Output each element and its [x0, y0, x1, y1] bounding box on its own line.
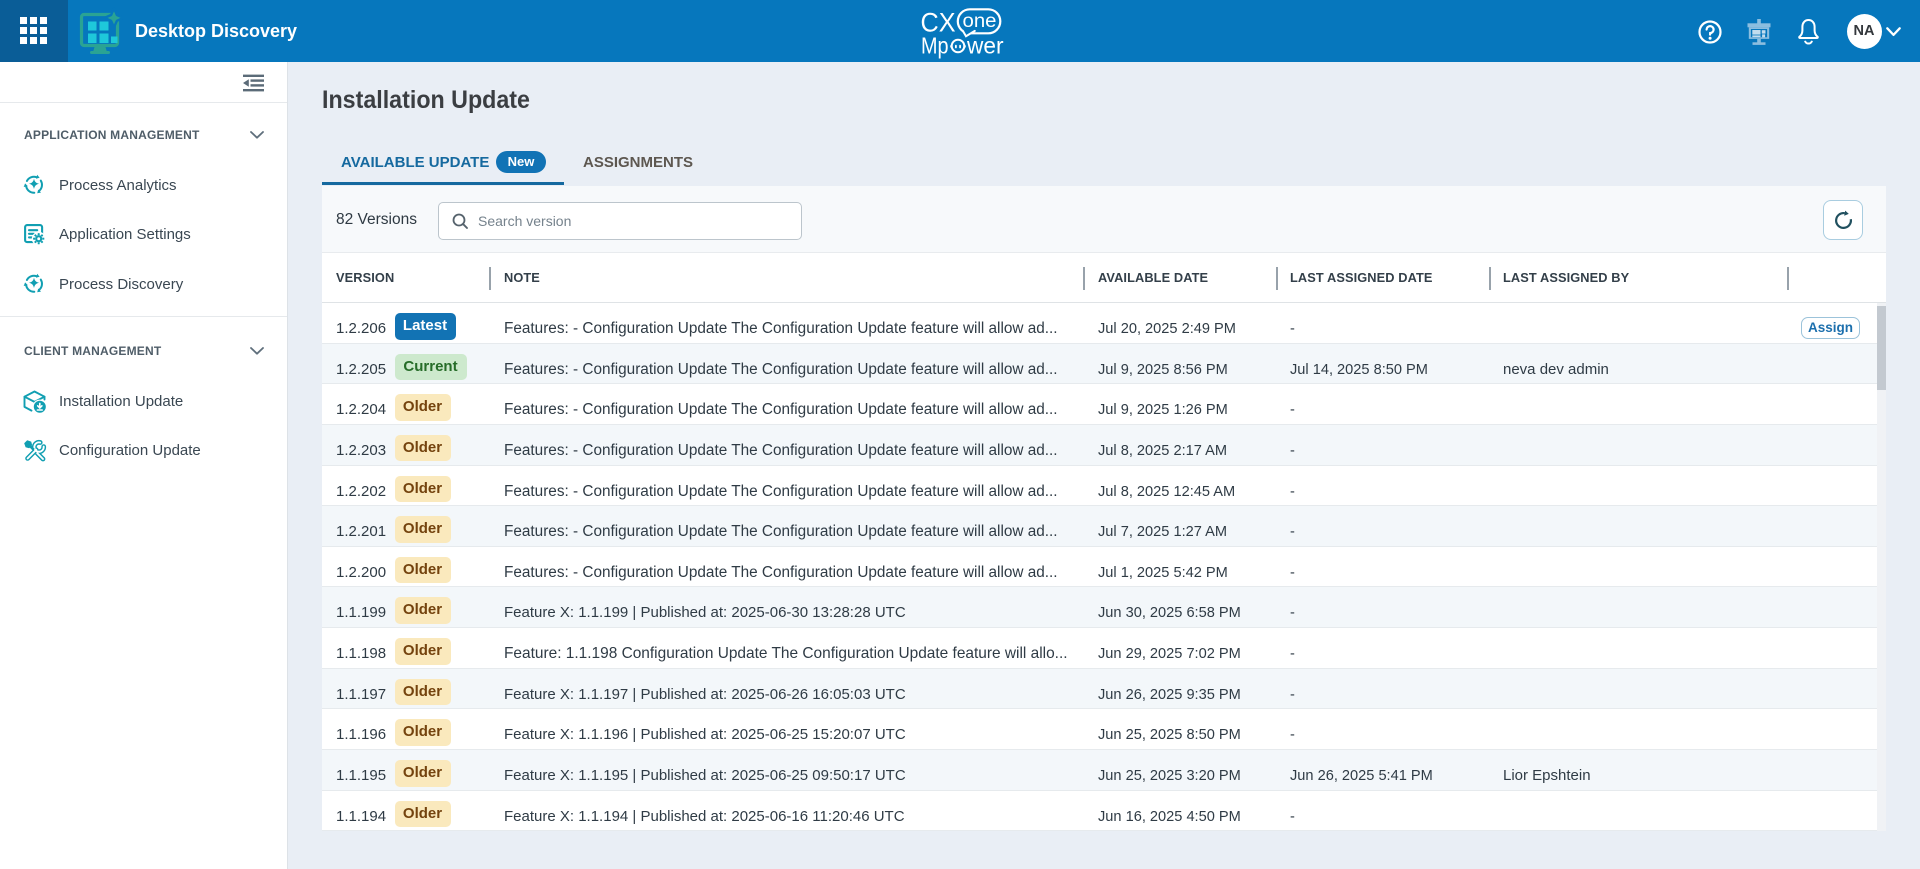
svg-text:one: one [963, 11, 997, 32]
svg-text:wer: wer [966, 33, 1004, 59]
svg-text:Mp: Mp [921, 33, 949, 59]
